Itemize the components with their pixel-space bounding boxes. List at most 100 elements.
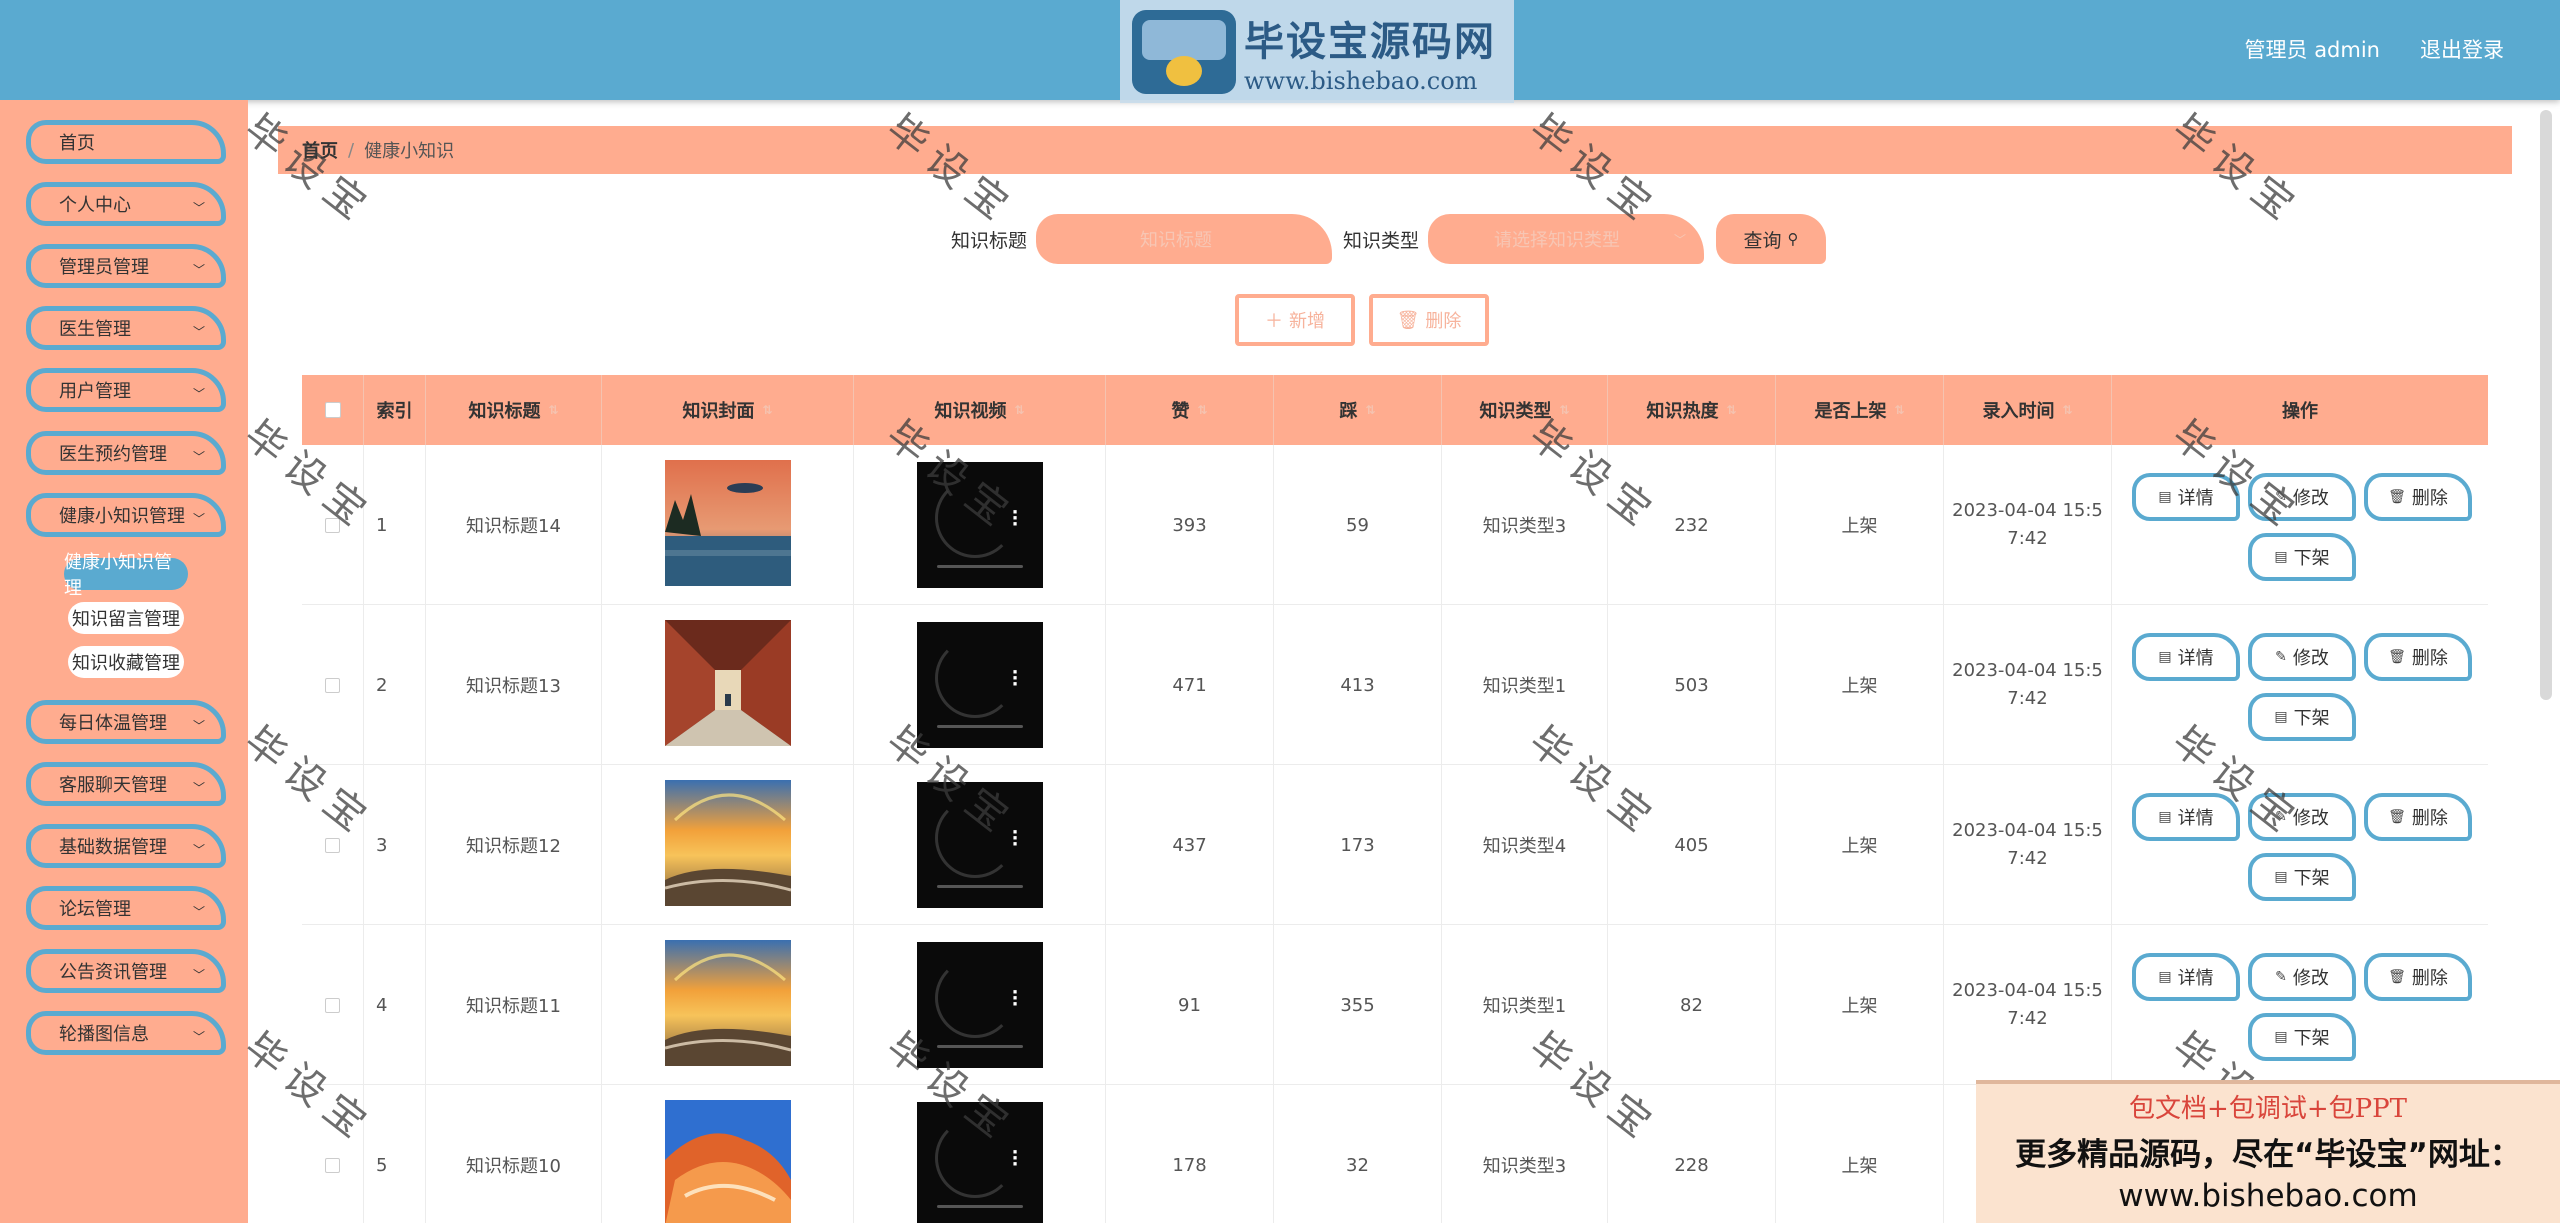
sidebar-item-forum[interactable]: 论坛管理 ﹀ bbox=[26, 886, 226, 930]
select-all-checkbox[interactable] bbox=[324, 402, 341, 418]
breadcrumb-separator: / bbox=[348, 139, 355, 161]
table-row: 2 知识标题13 · · · 471 413 知识类型1 503 上架 2023-04-04 15:… bbox=[302, 605, 2488, 765]
page-scrollbar[interactable] bbox=[2540, 110, 2552, 700]
sort-icon[interactable]: ⇅ bbox=[762, 403, 772, 417]
time-date: 2023-04-04 15:5 bbox=[1952, 660, 2103, 681]
offline-button[interactable]: ▤ 下架 bbox=[2248, 533, 2356, 581]
column-header-label: 索引 bbox=[376, 401, 413, 422]
sidebar-subitem-label: 知识收藏管理 bbox=[72, 653, 180, 674]
sidebar-item-user-management[interactable]: 用户管理 ﹀ bbox=[26, 368, 226, 412]
logo-badge-icon bbox=[1132, 9, 1236, 94]
sort-icon[interactable]: ⇅ bbox=[548, 403, 558, 417]
sort-icon[interactable]: ⇅ bbox=[1365, 403, 1375, 417]
cell-dislikes-text: 173 bbox=[1340, 834, 1375, 856]
sort-icon[interactable]: ⇅ bbox=[1197, 403, 1207, 417]
cover-image bbox=[664, 1099, 791, 1223]
detail-button[interactable]: ▤ 详情 bbox=[2132, 633, 2240, 681]
more-options-icon[interactable]: · · · bbox=[1012, 984, 1019, 1014]
edit-button[interactable]: ✎ 修改 bbox=[2248, 633, 2356, 681]
more-options-icon[interactable]: · · · bbox=[1012, 824, 1019, 854]
sidebar-item-health-tips[interactable]: 健康小知识管理 ﹀ bbox=[26, 493, 226, 537]
document-icon: ▤ bbox=[2158, 969, 2172, 985]
cell-heat-text: 82 bbox=[1680, 994, 1703, 1016]
cell-select bbox=[302, 605, 364, 765]
sort-icon[interactable]: ⇅ bbox=[1559, 403, 1569, 417]
column-header-status[interactable]: 是否上架 ⇅ bbox=[1776, 375, 1944, 445]
sort-icon[interactable]: ⇅ bbox=[1726, 403, 1736, 417]
document-icon: ▤ bbox=[2274, 869, 2288, 885]
sort-icon[interactable]: ⇅ bbox=[1894, 403, 1904, 417]
cell-video: · · · bbox=[854, 445, 1106, 605]
row-checkbox[interactable] bbox=[325, 517, 340, 533]
trash-icon: 🗑 bbox=[1396, 309, 1420, 331]
batch-delete-button[interactable]: 🗑 删除 bbox=[1369, 294, 1489, 346]
row-checkbox[interactable] bbox=[325, 1157, 340, 1173]
video-player[interactable]: · · · bbox=[916, 782, 1043, 908]
row-checkbox[interactable] bbox=[325, 837, 340, 853]
sidebar-item-appointment-management[interactable]: 医生预约管理 ﹀ bbox=[26, 431, 226, 475]
video-player[interactable]: · · · bbox=[916, 462, 1043, 588]
more-options-icon[interactable]: · · · bbox=[1012, 504, 1019, 534]
detail-button[interactable]: ▤ 详情 bbox=[2132, 793, 2240, 841]
sidebar-item-temperature[interactable]: 每日体温管理 ﹀ bbox=[26, 700, 226, 744]
column-header-dislikes[interactable]: 踩 ⇅ bbox=[1274, 375, 1442, 445]
query-button[interactable]: 查询 ⚲ bbox=[1716, 214, 1826, 264]
detail-button[interactable]: ▤ 详情 bbox=[2132, 473, 2240, 521]
sidebar-subitem-tips-favorites[interactable]: 知识收藏管理 bbox=[68, 646, 184, 678]
offline-button[interactable]: ▤ 下架 bbox=[2248, 693, 2356, 741]
sort-icon[interactable]: ⇅ bbox=[1014, 403, 1024, 417]
delete-button[interactable]: 🗑 删除 bbox=[2364, 953, 2472, 1001]
chevron-down-icon: ﹀ bbox=[192, 387, 205, 401]
column-header-cover[interactable]: 知识封面 ⇅ bbox=[602, 375, 854, 445]
column-header-heat[interactable]: 知识热度 ⇅ bbox=[1608, 375, 1776, 445]
breadcrumb-home[interactable]: 首页 bbox=[302, 137, 338, 163]
sidebar-item-carousel[interactable]: 轮播图信息 ﹀ bbox=[26, 1011, 226, 1055]
header-select-all[interactable] bbox=[302, 375, 364, 445]
sidebar-subitem-tips-comments[interactable]: 知识留言管理 bbox=[68, 602, 184, 634]
delete-button[interactable]: 🗑 删除 bbox=[2364, 473, 2472, 521]
detail-button[interactable]: ▤ 详情 bbox=[2132, 953, 2240, 1001]
chevron-down-icon: ﹀ bbox=[192, 719, 205, 733]
column-header-time[interactable]: 录入时间 ⇅ bbox=[1944, 375, 2112, 445]
search-icon: ⚲ bbox=[1787, 230, 1799, 248]
more-options-icon[interactable]: · · · bbox=[1012, 664, 1019, 694]
cell-heat: 232 bbox=[1608, 445, 1776, 605]
site-logo-watermark: 毕设宝源码网 www.bishebao.com bbox=[1120, 0, 1514, 103]
title-search-input[interactable]: 知识标题 bbox=[1036, 214, 1332, 264]
edit-button[interactable]: ✎ 修改 bbox=[2248, 953, 2356, 1001]
edit-button[interactable]: ✎ 修改 bbox=[2248, 793, 2356, 841]
delete-button[interactable]: 🗑 删除 bbox=[2364, 633, 2472, 681]
add-button[interactable]: ＋ 新增 bbox=[1235, 294, 1355, 346]
cell-status-text: 上架 bbox=[1841, 1156, 1878, 1177]
column-header-title[interactable]: 知识标题 ⇅ bbox=[426, 375, 602, 445]
row-checkbox[interactable] bbox=[325, 997, 340, 1013]
delete-button[interactable]: 🗑 删除 bbox=[2364, 793, 2472, 841]
offline-button[interactable]: ▤ 下架 bbox=[2248, 1013, 2356, 1061]
logout-link[interactable]: 退出登录 bbox=[2420, 34, 2504, 64]
video-player[interactable]: · · · bbox=[916, 1102, 1043, 1223]
plus-icon: ＋ bbox=[1265, 311, 1283, 332]
column-header-likes[interactable]: 赞 ⇅ bbox=[1106, 375, 1274, 445]
video-player[interactable]: · · · bbox=[916, 942, 1043, 1068]
sidebar-item-base-data[interactable]: 基础数据管理 ﹀ bbox=[26, 824, 226, 868]
cell-heat-text: 232 bbox=[1674, 514, 1709, 536]
cell-dislikes: 413 bbox=[1274, 605, 1442, 765]
sort-icon[interactable]: ⇅ bbox=[2062, 403, 2072, 417]
row-checkbox[interactable] bbox=[325, 677, 340, 693]
type-select[interactable]: 请选择知识类型 ﹀ bbox=[1428, 214, 1704, 264]
sidebar-item-home[interactable]: 首页 bbox=[26, 120, 226, 164]
sidebar-item-announcements[interactable]: 公告资讯管理 ﹀ bbox=[26, 949, 226, 993]
column-header-type[interactable]: 知识类型 ⇅ bbox=[1442, 375, 1608, 445]
edit-button[interactable]: ✎ 修改 bbox=[2248, 473, 2356, 521]
cell-status-text: 上架 bbox=[1841, 676, 1878, 697]
column-header-video[interactable]: 知识视频 ⇅ bbox=[854, 375, 1106, 445]
cell-dislikes-text: 355 bbox=[1340, 994, 1375, 1016]
video-player[interactable]: · · · bbox=[916, 622, 1043, 748]
sidebar-item-chat[interactable]: 客服聊天管理 ﹀ bbox=[26, 762, 226, 806]
sidebar-subitem-health-tips-management[interactable]: 健康小知识管理 bbox=[64, 552, 188, 599]
cell-likes-text: 437 bbox=[1172, 834, 1207, 856]
cell-likes: 178 bbox=[1106, 1085, 1274, 1223]
more-options-icon[interactable]: · · · bbox=[1012, 1144, 1019, 1174]
cell-likes-text: 471 bbox=[1172, 674, 1207, 696]
offline-button[interactable]: ▤ 下架 bbox=[2248, 853, 2356, 901]
